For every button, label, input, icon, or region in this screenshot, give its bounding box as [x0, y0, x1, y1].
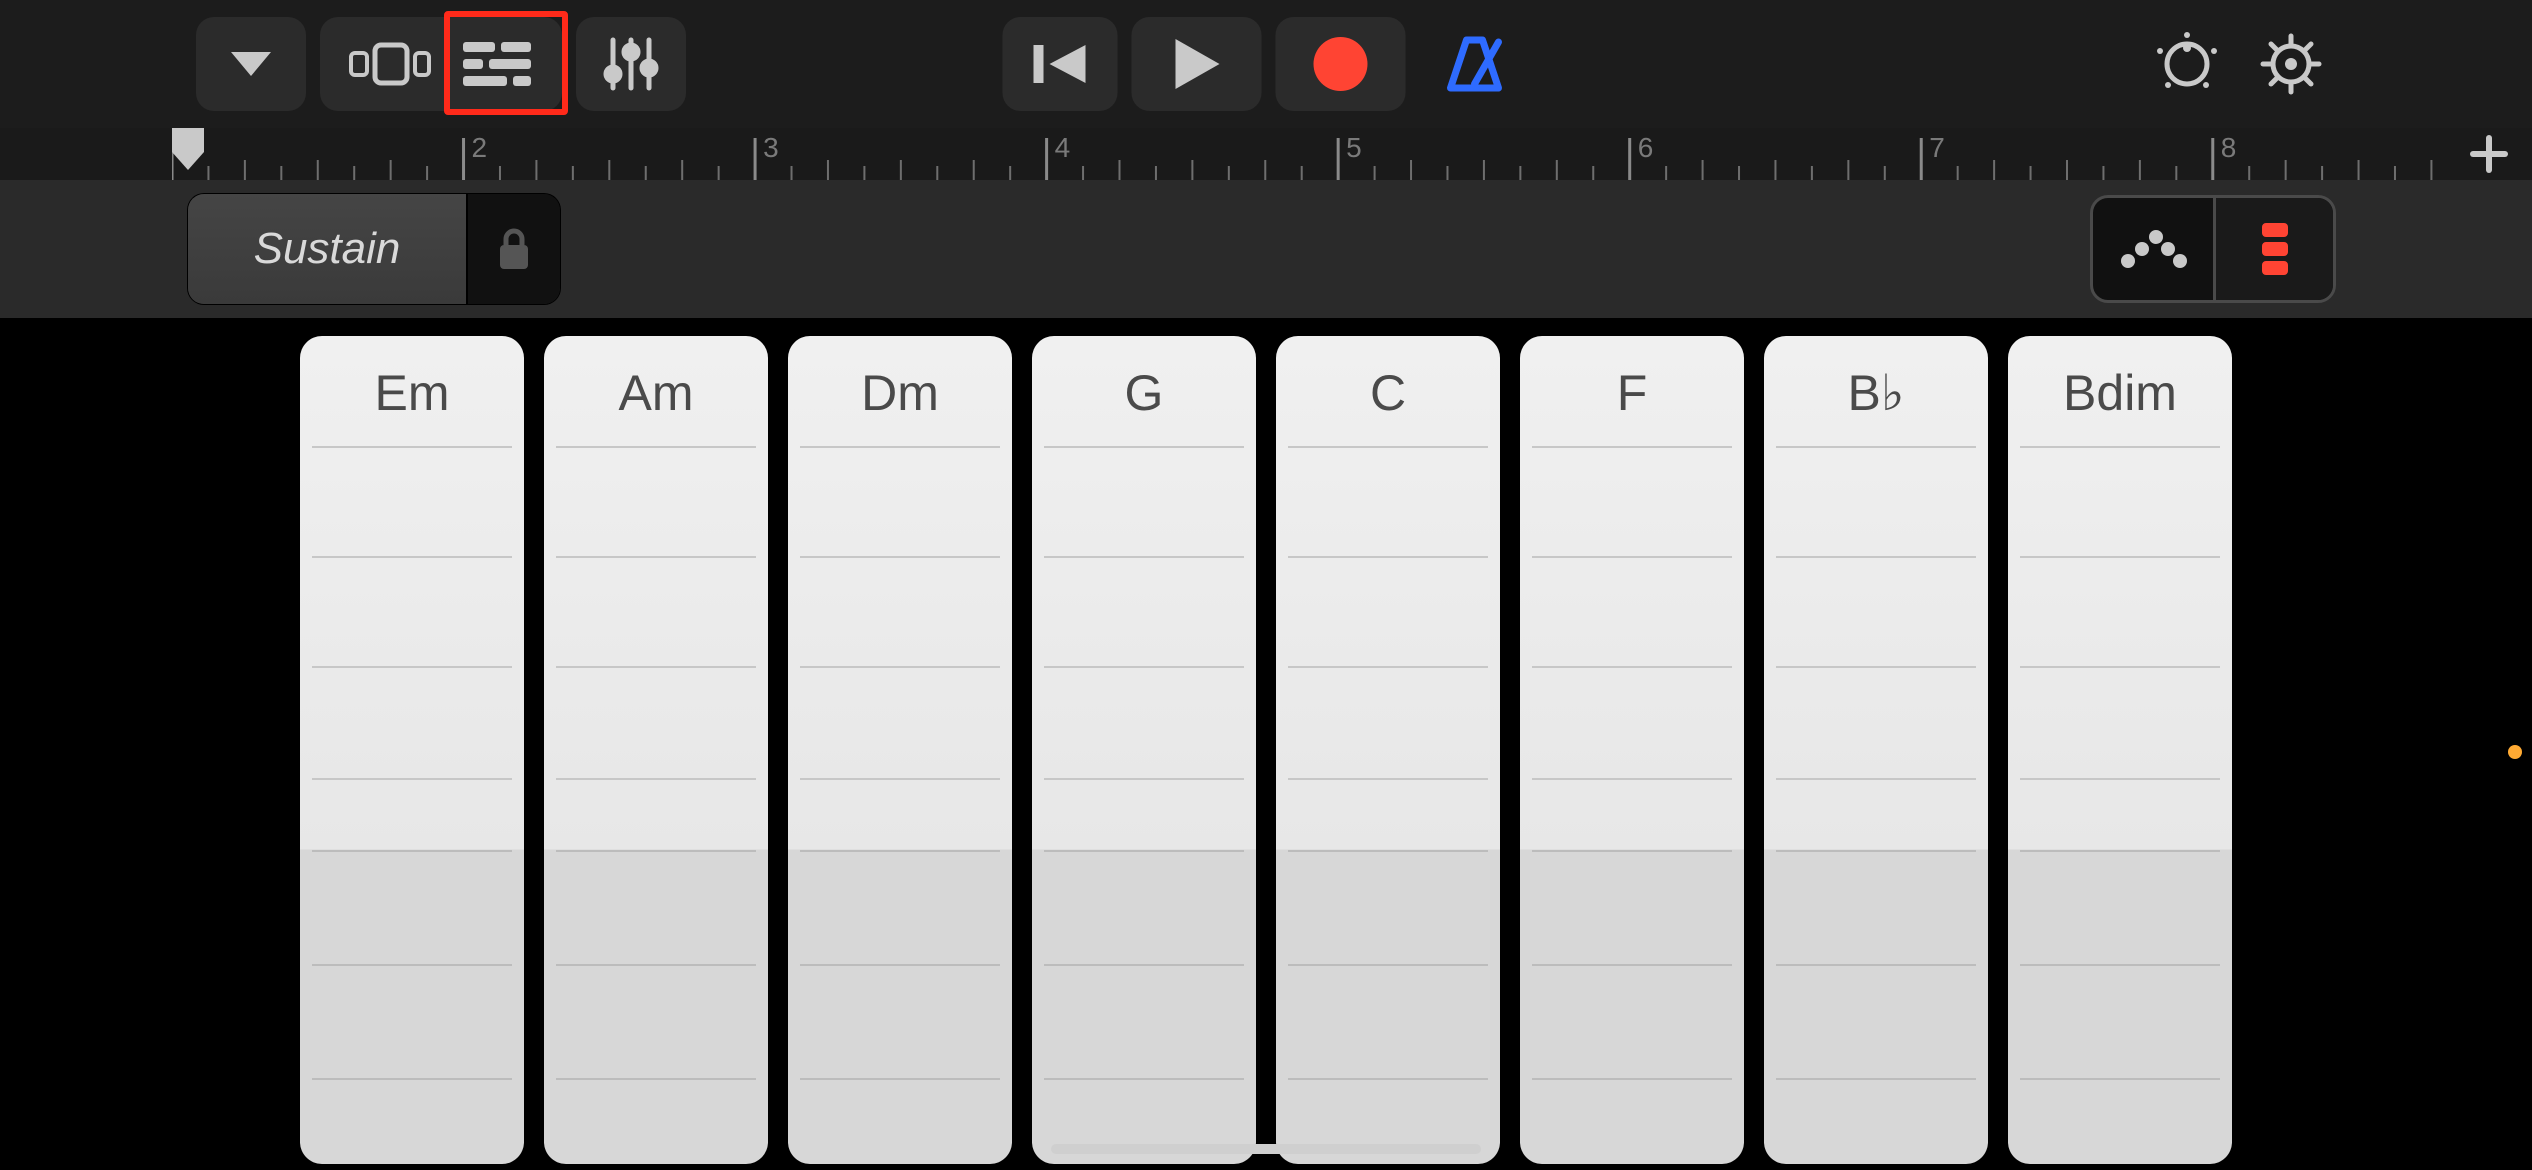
chord-strip[interactable]: Dm	[788, 336, 1012, 1164]
sustain-label: Sustain	[254, 224, 401, 274]
chord-label: G	[1032, 364, 1256, 422]
sustain-lock-button[interactable]	[468, 194, 560, 304]
chord-label: Em	[300, 364, 524, 422]
chord-strip[interactable]: Em	[300, 336, 524, 1164]
skip-back-icon	[1031, 41, 1089, 87]
chord-strip[interactable]: G	[1032, 336, 1256, 1164]
tempo-button[interactable]	[2142, 17, 2232, 111]
ruler-bar-number: 7	[1929, 132, 1945, 164]
chord-strip[interactable]: Bdim	[2008, 336, 2232, 1164]
chordstrips-mode-button[interactable]	[2213, 198, 2333, 300]
chord-label: Bdim	[2008, 364, 2232, 422]
sliders-icon	[603, 34, 659, 94]
play-icon	[1172, 37, 1222, 91]
lock-icon	[496, 227, 532, 271]
chord-strips-icon	[2258, 219, 2292, 279]
view-switcher[interactable]	[320, 17, 562, 111]
chord-label: C	[1276, 364, 1500, 422]
rewind-button[interactable]	[1003, 17, 1118, 111]
playhead[interactable]	[172, 128, 204, 170]
browser-button[interactable]	[196, 17, 306, 111]
chord-label: F	[1520, 364, 1744, 422]
autoplay-mode-button[interactable]	[2093, 198, 2213, 300]
chord-label: B♭	[1764, 364, 1988, 422]
instrument-strip: Sustain	[0, 180, 2532, 320]
toolbar	[0, 0, 2532, 128]
side-indicator-dot	[2508, 745, 2522, 759]
sustain-group: Sustain	[188, 194, 560, 304]
chord-area: Em Am Dm GCF B♭ Bdim	[0, 320, 2532, 1170]
autoplay-dots-icon	[2116, 227, 2190, 271]
chord-label: Am	[544, 364, 768, 422]
chord-strip[interactable]: B♭	[1764, 336, 1988, 1164]
ruler-bar-number: 5	[1346, 132, 1362, 164]
chord-strip[interactable]: C	[1276, 336, 1500, 1164]
chord-label: Dm	[788, 364, 1012, 422]
play-button[interactable]	[1132, 17, 1262, 111]
metronome-icon	[1443, 34, 1507, 94]
triangle-down-icon	[227, 48, 275, 80]
ruler-bar-number: 2	[472, 132, 488, 164]
home-indicator	[1051, 1144, 1481, 1154]
timeline-ruler[interactable]: 2 3 4 5 6 7 8	[0, 128, 2532, 180]
add-section-button[interactable]	[2464, 129, 2514, 179]
ruler-bar-number: 6	[1638, 132, 1654, 164]
chord-strip[interactable]: F	[1520, 336, 1744, 1164]
settings-button[interactable]	[2246, 17, 2336, 111]
sustain-button[interactable]: Sustain	[188, 194, 468, 304]
track-settings-button[interactable]	[576, 17, 686, 111]
ruler-bar-number: 4	[1055, 132, 1071, 164]
gear-icon	[2259, 32, 2323, 96]
tracks-view-icon	[461, 40, 533, 88]
dial-icon	[2154, 31, 2220, 97]
plus-icon	[2469, 134, 2509, 174]
ruler-bar-number: 8	[2221, 132, 2237, 164]
chord-strip[interactable]: Am	[544, 336, 768, 1164]
ruler-bar-number: 3	[763, 132, 779, 164]
metronome-button[interactable]	[1420, 17, 1530, 111]
record-button[interactable]	[1276, 17, 1406, 111]
record-icon	[1312, 35, 1370, 93]
play-mode-toggle	[2090, 195, 2336, 303]
grid-view-icon	[349, 41, 431, 87]
